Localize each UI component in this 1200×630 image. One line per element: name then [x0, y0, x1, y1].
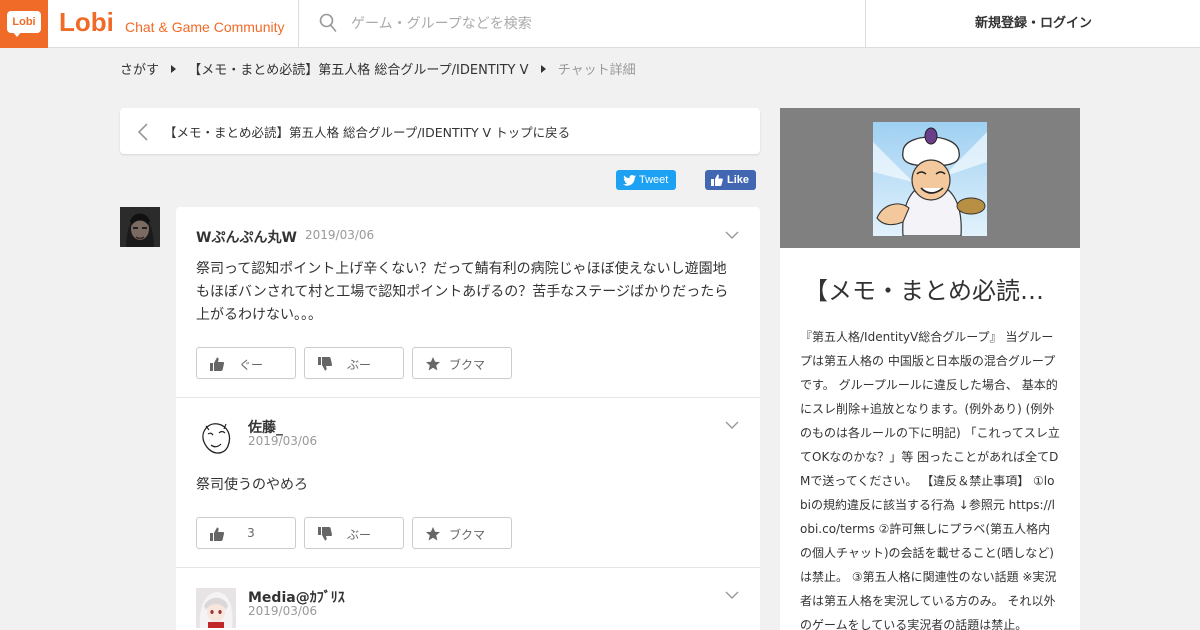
- post-date: 2019/03/06: [248, 434, 318, 448]
- group-icon-image[interactable]: [873, 122, 987, 236]
- post-date: 2019/03/06: [305, 228, 375, 242]
- group-banner: [780, 108, 1080, 248]
- breadcrumb-separator-icon: [540, 64, 546, 73]
- group-info-panel: 【メモ・まとめ必読… 『第五人格/IdentityV総合グループ』 当グループは…: [780, 108, 1080, 630]
- boo-button[interactable]: ぶー: [304, 347, 404, 379]
- logo-bubble-tail: [12, 31, 22, 37]
- twitter-bird-icon: [623, 175, 636, 186]
- chevron-down-icon[interactable]: [725, 421, 739, 430]
- bookmark-label: ブクマ: [448, 528, 485, 542]
- breadcrumb-item-search[interactable]: さがす: [120, 59, 159, 78]
- breadcrumb-separator-icon: [171, 64, 177, 73]
- breadcrumb: さがす 【メモ・まとめ必読】第五人格 総合グループ/IDENTITY V チャッ…: [120, 59, 636, 78]
- search-icon: [319, 13, 337, 32]
- avatar[interactable]: [196, 588, 236, 628]
- good-button[interactable]: 3: [196, 517, 296, 549]
- back-to-group-label: 【メモ・まとめ必読】第五人格 総合グループ/IDENTITY V トップに戻る: [164, 125, 571, 140]
- author-avatar-image: [196, 418, 236, 458]
- lobi-logo-icon[interactable]: Lobi: [0, 0, 48, 48]
- good-label: ぐー: [238, 358, 263, 372]
- post-body: 祭司使うのやめろ: [196, 477, 308, 493]
- bookmark-button[interactable]: ブクマ: [412, 347, 512, 379]
- boo-label: ぶー: [346, 528, 371, 542]
- author-avatar-image: [196, 588, 236, 628]
- boo-button[interactable]: ぶー: [304, 517, 404, 549]
- logo-mark-text: Lobi: [7, 11, 41, 33]
- group-description: 『第五人格/IdentityV総合グループ』 当グループは第五人格の 中国版と日…: [800, 330, 1060, 630]
- bookmark-label: ブクマ: [448, 358, 485, 372]
- author-avatar-image: [120, 207, 160, 247]
- chevron-down-icon[interactable]: [725, 591, 739, 600]
- logo-tagline: Chat & Game Community: [125, 19, 285, 35]
- good-button[interactable]: ぐー: [196, 347, 296, 379]
- post-date: 2019/03/06: [248, 604, 318, 618]
- chat-thread: Wぷんぷん丸W 2019/03/06 祭司って認知ポイント上げ辛くない？だって鯖…: [176, 207, 760, 630]
- like-label: Like: [727, 174, 750, 186]
- thumbs-up-icon: [711, 174, 723, 186]
- breadcrumb-item-group[interactable]: 【メモ・まとめ必読】第五人格 総合グループ/IDENTITY V: [188, 59, 528, 78]
- search-input[interactable]: [351, 12, 831, 36]
- tweet-button[interactable]: Tweet: [616, 170, 676, 190]
- post-divider: [176, 397, 760, 398]
- chevron-down-icon[interactable]: [725, 231, 739, 240]
- back-to-group-bar[interactable]: 【メモ・まとめ必読】第五人格 総合グループ/IDENTITY V トップに戻る: [120, 108, 760, 154]
- good-count: 3: [247, 526, 255, 540]
- site-header: Lobi Lobi Chat & Game Community 新規登録・ログイ…: [0, 0, 1200, 48]
- boo-label: ぶー: [346, 358, 371, 372]
- logo-wordmark[interactable]: Lobi: [59, 7, 114, 38]
- post-author[interactable]: Wぷんぷん丸W: [196, 227, 297, 247]
- tweet-label: Tweet: [639, 174, 669, 186]
- bookmark-button[interactable]: ブクマ: [412, 517, 512, 549]
- post-divider: [176, 567, 760, 568]
- search-bar[interactable]: [298, 0, 866, 48]
- group-illustration: [873, 122, 987, 236]
- post-body: 祭司って認知ポイント上げ辛くない？だって鯖有利の病院じゃほぼ使えないし遊園地もほ…: [196, 261, 729, 323]
- breadcrumb-item-current: チャット詳細: [557, 63, 636, 78]
- avatar[interactable]: [196, 418, 236, 458]
- facebook-like-button[interactable]: Like: [705, 170, 756, 190]
- group-title[interactable]: 【メモ・まとめ必読…: [804, 271, 1064, 306]
- avatar[interactable]: [120, 207, 160, 247]
- signup-login-link[interactable]: 新規登録・ログイン: [867, 0, 1200, 48]
- chevron-left-icon: [137, 123, 148, 141]
